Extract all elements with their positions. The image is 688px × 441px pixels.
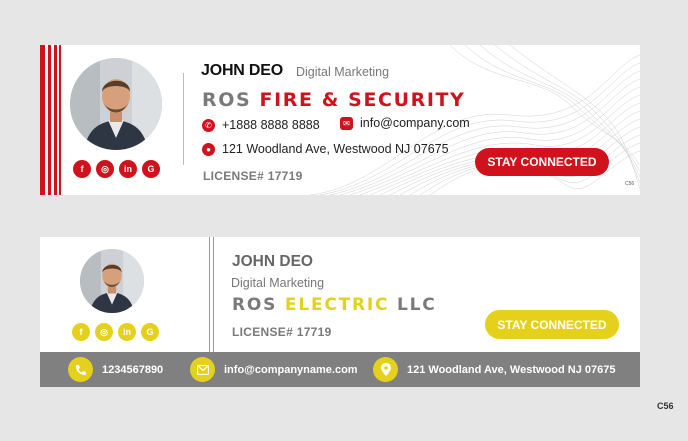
address-text: 121 Woodland Ave, Westwood NJ 07675 xyxy=(222,142,449,156)
company-highlight: ELECTRIC xyxy=(284,295,390,315)
address-row[interactable]: ● 121 Woodland Ave, Westwood NJ 07675 xyxy=(202,142,449,156)
signature-card-electric: f ◎ in G JOHN DEO Digital Marketing ROS … xyxy=(40,237,640,387)
person-name: JOHN DEO xyxy=(232,253,313,270)
phone-icon: ✆ xyxy=(202,118,215,132)
phone-icon xyxy=(68,357,93,382)
mail-icon xyxy=(190,357,215,382)
template-code: C56 xyxy=(657,401,674,411)
phone-number: 1234567890 xyxy=(102,363,164,376)
red-stripes-decoration xyxy=(40,45,62,195)
contact-bar: 1234567890 info@companyname.com 121 Wood… xyxy=(40,352,640,387)
license-number: LICENSE# 17719 xyxy=(203,169,303,183)
phone-row[interactable]: ✆ +1888 8888 8888 xyxy=(202,118,320,132)
linkedin-icon[interactable]: in xyxy=(119,160,137,178)
social-links: f ◎ in G xyxy=(73,160,160,178)
company-highlight: FIRE & SECURITY xyxy=(259,89,466,111)
location-pin-icon xyxy=(373,357,398,382)
company-name: ROS FIRE & SECURITY xyxy=(202,89,465,111)
signature-card-fire-security: f ◎ in G JOHN DEO Digital Marketing ROS … xyxy=(40,45,640,195)
phone-number: +1888 8888 8888 xyxy=(222,118,320,132)
double-vertical-divider xyxy=(209,237,217,352)
job-title: Digital Marketing xyxy=(231,276,325,290)
stay-connected-button[interactable]: STAY CONNECTED xyxy=(485,310,619,339)
vertical-divider xyxy=(183,73,184,165)
company-suffix: LLC xyxy=(397,295,437,315)
email-item[interactable]: info@companyname.com xyxy=(190,357,358,382)
company-prefix: ROS xyxy=(202,89,252,111)
address-text: 121 Woodland Ave, Westwood NJ 07675 xyxy=(407,363,616,376)
email-address: info@company.com xyxy=(360,116,470,130)
company-name: ROS ELECTRIC LLC xyxy=(232,295,437,315)
facebook-icon[interactable]: f xyxy=(72,323,90,341)
social-links: f ◎ in G xyxy=(72,323,159,341)
google-icon[interactable]: G xyxy=(142,160,160,178)
instagram-icon[interactable]: ◎ xyxy=(95,323,113,341)
stay-connected-button[interactable]: STAY CONNECTED xyxy=(475,148,609,176)
company-prefix: ROS xyxy=(232,295,278,315)
facebook-icon[interactable]: f xyxy=(73,160,91,178)
email-address: info@companyname.com xyxy=(224,363,358,376)
job-title: Digital Marketing xyxy=(296,65,390,79)
phone-item[interactable]: 1234567890 xyxy=(68,357,163,382)
address-item[interactable]: 121 Woodland Ave, Westwood NJ 07675 xyxy=(373,357,615,382)
profile-photo xyxy=(70,58,162,150)
person-name: JOHN DEO xyxy=(201,62,283,79)
license-number: LICENSE# 17719 xyxy=(232,325,332,339)
google-icon[interactable]: G xyxy=(141,323,159,341)
location-pin-icon: ● xyxy=(202,142,215,156)
linkedin-icon[interactable]: in xyxy=(118,323,136,341)
template-code: C56 xyxy=(625,181,635,187)
email-row[interactable]: ✉ info@company.com xyxy=(340,116,470,130)
profile-photo xyxy=(80,249,144,313)
mail-icon: ✉ xyxy=(340,116,353,130)
instagram-icon[interactable]: ◎ xyxy=(96,160,114,178)
